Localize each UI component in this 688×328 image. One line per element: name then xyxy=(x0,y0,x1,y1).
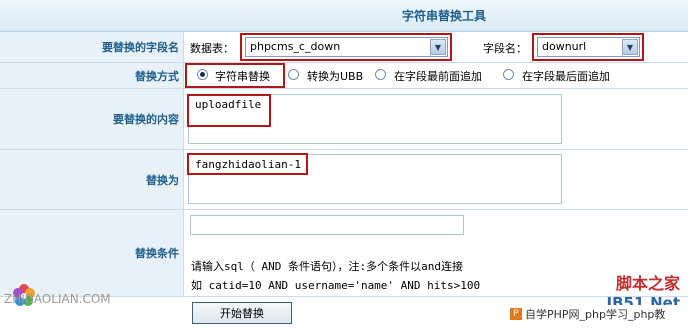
option-label: 在字段最后面追加 xyxy=(522,70,610,83)
table-label: 数据表： xyxy=(190,42,234,55)
field-label: 字段名： xyxy=(483,42,527,55)
content-row-label: 要替换的内容 xyxy=(0,89,184,149)
option-label: 在字段最前面追加 xyxy=(394,70,482,83)
mode-row: 替换方式 字符串替换 转换为UBB 在字段最前面追加 在字段最后面追加 xyxy=(0,63,688,89)
replace-row-label: 替换为 xyxy=(0,150,184,209)
condition-hint: 请输入sql（ AND 条件语句），注:多个条件以and连接 xyxy=(191,260,463,273)
option-label: 转换为UBB xyxy=(307,70,364,83)
replace-row: 替换为 fangzhidaolian-1 xyxy=(0,150,688,210)
radio-ubb[interactable] xyxy=(288,69,299,80)
php-icon: P xyxy=(510,308,522,320)
highlight-box xyxy=(532,33,644,61)
watermark-left: ZHIDAOLIAN.COM xyxy=(4,292,111,306)
highlight-box xyxy=(187,153,308,175)
radio-append[interactable] xyxy=(503,69,514,80)
radio-prepend[interactable] xyxy=(375,69,386,80)
condition-row: 替换条件 请输入sql（ AND 条件语句），注:多个条件以and连接 如 ca… xyxy=(0,210,688,297)
watermark-bottom-bar: P 自学PHP网_php学习_php教 xyxy=(510,305,688,323)
page-title: 字符串替换工具 xyxy=(401,9,486,23)
highlight-box xyxy=(240,33,452,61)
content-row: 要替换的内容 uploadfile xyxy=(0,89,688,150)
highlight-box xyxy=(185,63,285,88)
highlight-box xyxy=(187,94,271,127)
watermark-bottom-text: 自学PHP网_php学习_php教 xyxy=(525,308,666,321)
mode-row-label: 替换方式 xyxy=(0,63,184,88)
field-row: 要替换的字段名 数据表： phpcms_c_down ▼ 字段名： downur… xyxy=(0,32,688,63)
title-bar: 字符串替换工具 xyxy=(0,0,688,32)
condition-input[interactable] xyxy=(190,215,464,235)
start-replace-button[interactable]: 开始替换 xyxy=(192,302,292,324)
field-row-label: 要替换的字段名 xyxy=(0,32,184,62)
watermark-jb51-cn: 脚本之家 xyxy=(615,274,680,293)
condition-example: 如 catid=10 AND username='name' AND hits>… xyxy=(191,279,481,292)
